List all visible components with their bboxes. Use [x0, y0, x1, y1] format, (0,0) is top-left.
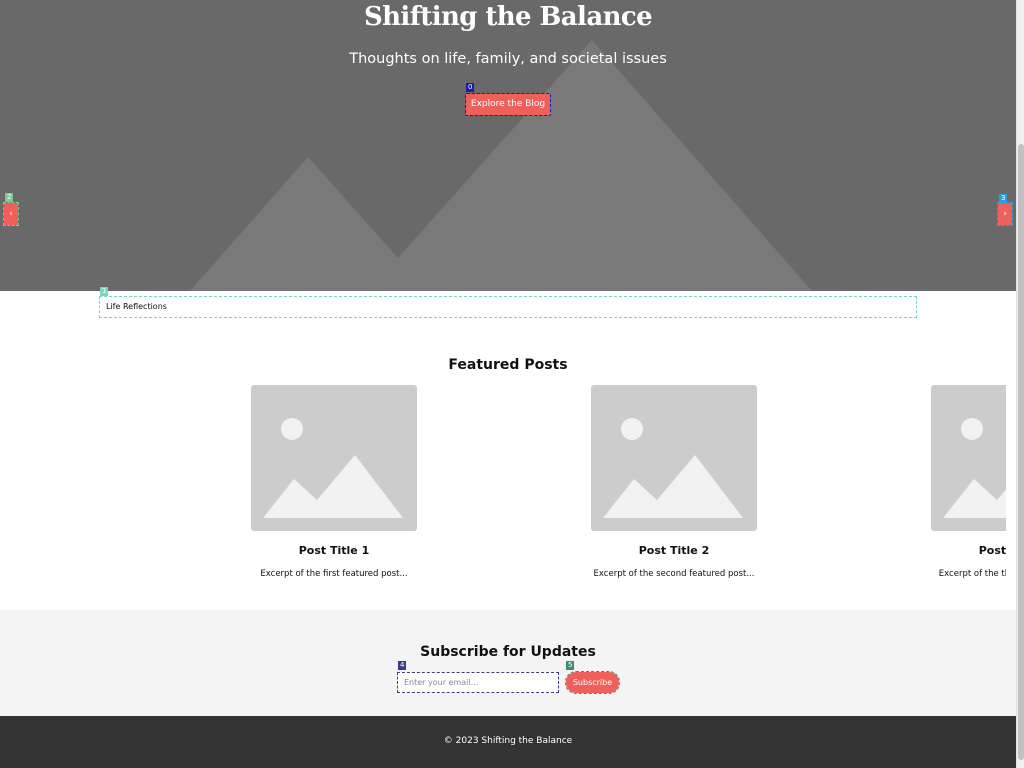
chevron-right-icon: › — [1003, 209, 1007, 219]
image-placeholder-icon — [931, 385, 1006, 531]
copyright-text: © 2023 Shifting the Balance — [443, 736, 573, 746]
post-title[interactable]: Post Title 3 — [891, 544, 1006, 557]
marker-email: 4 — [398, 661, 407, 670]
carousel-prev-button[interactable]: ‹ — [3, 202, 19, 226]
explore-blog-button[interactable]: Explore the Blog — [465, 93, 551, 116]
site-title: Shifting the Balance — [363, 2, 653, 32]
footer: © 2023 Shifting the Balance — [0, 716, 1016, 768]
post-card-clip: Post Title 3 Excerpt of the third featur… — [870, 380, 1006, 590]
post-excerpt: Excerpt of the first featured post... — [260, 569, 408, 579]
featured-heading: Featured Posts — [448, 357, 568, 373]
marker-next: 3 — [999, 194, 1008, 203]
marker-category: 1 — [100, 287, 109, 296]
post-excerpt: Excerpt of the third featured post... — [938, 569, 1006, 579]
email-input[interactable] — [397, 672, 559, 693]
hero-banner: Shifting the Balance Thoughts on life, f… — [0, 0, 1016, 291]
post-excerpt: Excerpt of the second featured post... — [593, 569, 755, 579]
image-placeholder-icon — [251, 385, 417, 531]
mountain-background-icon — [190, 40, 812, 291]
chevron-left-icon: ‹ — [9, 209, 13, 219]
category-item[interactable]: Life Reflections — [99, 296, 917, 318]
scrollbar-thumb[interactable] — [1018, 144, 1024, 760]
subscribe-heading: Subscribe for Updates — [420, 644, 596, 660]
image-placeholder-icon — [591, 385, 757, 531]
post-title[interactable]: Post Title 2 — [551, 544, 797, 557]
page: Shifting the Balance Thoughts on life, f… — [0, 0, 1016, 768]
post-title[interactable]: Post Title 1 — [211, 544, 457, 557]
marker-cta: 0 — [466, 83, 475, 92]
site-tagline: Thoughts on life, family, and societal i… — [349, 51, 667, 67]
subscribe-section — [0, 610, 1016, 716]
vertical-scrollbar[interactable] — [1016, 0, 1024, 768]
carousel-next-button[interactable]: › — [997, 202, 1013, 226]
subscribe-button[interactable]: Subscribe — [565, 671, 620, 694]
marker-subscribe: 5 — [566, 661, 575, 670]
marker-prev: 2 — [5, 193, 14, 202]
